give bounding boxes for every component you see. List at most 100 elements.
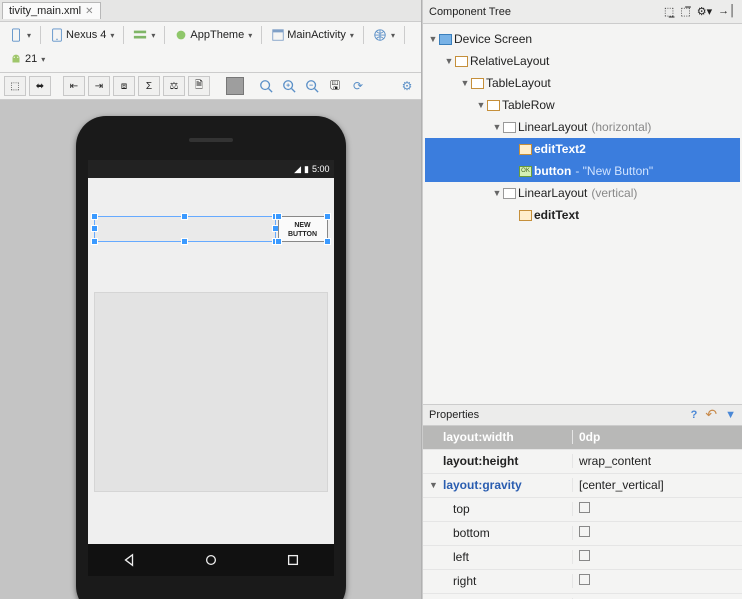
checkbox[interactable] xyxy=(579,574,590,585)
prop-top[interactable]: top xyxy=(423,498,742,522)
prop-value[interactable]: wrap_content xyxy=(573,454,742,468)
layout-icon xyxy=(503,188,516,199)
minimize-icon[interactable]: →│ xyxy=(718,5,736,18)
tree-node-linearlayout-h[interactable]: ▼ LinearLayout (horizontal) xyxy=(425,116,740,138)
zoom-out-icon[interactable] xyxy=(302,76,322,96)
statusbar: ◢ ▮ 5:00 xyxy=(88,160,334,178)
tree-node-relativelayout[interactable]: ▼ RelativeLayout xyxy=(425,50,740,72)
prop-value[interactable]: 0dp xyxy=(573,430,742,444)
tree-node-edittext[interactable]: editText xyxy=(425,204,740,226)
expander-icon[interactable]: ▼ xyxy=(427,34,439,44)
expander-icon[interactable]: ▼ xyxy=(429,480,439,490)
selected-row[interactable]: NEWBUTTON xyxy=(94,216,328,246)
tool-selection[interactable]: ⬚ xyxy=(4,76,26,96)
prop-left[interactable]: left xyxy=(423,546,742,570)
tab-label: tivity_main.xml xyxy=(9,5,81,17)
close-icon[interactable]: ✕ xyxy=(85,6,93,17)
tool-viewport[interactable] xyxy=(226,77,244,95)
app-body[interactable]: NEWBUTTON xyxy=(88,178,334,544)
expand-all-icon[interactable]: ⬚̲ xyxy=(664,5,674,18)
prop-value[interactable] xyxy=(573,526,742,540)
tree-node-edittext2[interactable]: editText2 xyxy=(425,138,740,160)
tree-node-linearlayout-v[interactable]: ▼ LinearLayout (vertical) xyxy=(425,182,740,204)
layout-icon xyxy=(455,56,468,67)
tree-node-button[interactable]: OK button - "New Button" xyxy=(425,160,740,182)
prop-layout-height[interactable]: layout:height wrap_content xyxy=(423,450,742,474)
component-tree[interactable]: ▼ Device Screen ▼ RelativeLayout ▼ Table… xyxy=(423,24,742,230)
tool-align-right[interactable]: ⇥ xyxy=(88,76,110,96)
design-canvas[interactable]: ◢ ▮ 5:00 xyxy=(0,100,421,599)
checkbox[interactable] xyxy=(579,526,590,537)
node-hint: (vertical) xyxy=(591,186,637,200)
checkbox[interactable] xyxy=(579,550,590,561)
device-frame: ◢ ▮ 5:00 xyxy=(76,116,346,599)
tool-pan[interactable]: ⬌ xyxy=(29,76,51,96)
tool-dist-h[interactable]: ⧈ xyxy=(113,76,135,96)
api-picker[interactable]: 21 xyxy=(4,49,50,69)
theme-label: AppTheme xyxy=(190,29,244,41)
layout-variant-picker[interactable] xyxy=(128,25,160,45)
expander-icon[interactable]: ▼ xyxy=(475,100,487,110)
resize-handle[interactable] xyxy=(324,238,331,245)
gear-icon[interactable]: ⚙ xyxy=(397,76,417,96)
resize-handle[interactable] xyxy=(91,213,98,220)
resize-handle[interactable] xyxy=(181,213,188,220)
zoom-in-icon[interactable] xyxy=(279,76,299,96)
tool-doc[interactable]: 🗎 xyxy=(188,76,210,96)
prop-layout-width[interactable]: layout:width 0dp xyxy=(423,426,742,450)
device-picker[interactable]: Nexus 4 xyxy=(45,25,119,45)
gear-icon[interactable]: ⚙▾ xyxy=(697,5,712,18)
resize-handle[interactable] xyxy=(275,213,282,220)
help-icon[interactable]: ? xyxy=(691,409,698,421)
prop-right[interactable]: right xyxy=(423,570,742,594)
tool-sigma[interactable]: Σ xyxy=(138,76,160,96)
expander-icon[interactable]: ▼ xyxy=(491,188,503,198)
node-label: editText xyxy=(534,208,579,222)
prop-bottom[interactable]: bottom xyxy=(423,522,742,546)
refresh-icon[interactable]: ⟳ xyxy=(348,76,368,96)
tree-node-tablelayout[interactable]: ▼ TableLayout xyxy=(425,72,740,94)
selected-edittext[interactable] xyxy=(94,216,276,242)
nav-home-icon xyxy=(204,553,218,567)
node-label: button xyxy=(534,164,571,178)
theme-icon xyxy=(174,28,188,42)
resize-handle[interactable] xyxy=(91,225,98,232)
preview-button[interactable]: NEWBUTTON xyxy=(278,216,328,242)
tool-save[interactable]: 🖫 xyxy=(325,76,345,96)
locale-picker[interactable] xyxy=(368,25,400,45)
prop-layout-gravity[interactable]: ▼layout:gravity [center_vertical] xyxy=(423,474,742,498)
tool-align-left[interactable]: ⇤ xyxy=(63,76,85,96)
checkbox[interactable] xyxy=(579,502,590,513)
resize-handle[interactable] xyxy=(324,213,331,220)
resize-handle[interactable] xyxy=(181,238,188,245)
resize-handle[interactable] xyxy=(91,238,98,245)
tab-activity-main[interactable]: tivity_main.xml ✕ xyxy=(2,2,101,19)
theme-picker[interactable]: AppTheme xyxy=(169,25,257,45)
zoom-fit-icon[interactable] xyxy=(256,76,276,96)
properties-table[interactable]: layout:width 0dp layout:height wrap_cont… xyxy=(423,426,742,599)
signal-icon: ◢ xyxy=(294,164,301,175)
properties-header: Properties ? ↶ ▼ xyxy=(423,404,742,426)
resize-handle[interactable] xyxy=(275,238,282,245)
tree-node-device-screen[interactable]: ▼ Device Screen xyxy=(425,28,740,50)
tool-balance[interactable]: ⚖ xyxy=(163,76,185,96)
prop-center[interactable]: center vertical xyxy=(423,594,742,599)
prop-value[interactable] xyxy=(573,502,742,516)
undo-icon[interactable]: ↶ xyxy=(705,406,717,423)
component-tree-header: Component Tree ⬚̲ ⬚̅ ⚙▾ →│ xyxy=(423,0,742,24)
prop-value[interactable]: [center_vertical] xyxy=(573,478,742,492)
orientation-picker[interactable] xyxy=(4,25,36,45)
expander-icon[interactable]: ▼ xyxy=(443,56,455,66)
expander-icon[interactable]: ▼ xyxy=(491,122,503,132)
layout-icon xyxy=(503,122,516,133)
collapse-all-icon[interactable]: ⬚̅ xyxy=(680,5,690,18)
prop-value[interactable] xyxy=(573,550,742,564)
device-icon xyxy=(50,28,64,42)
filter-icon[interactable]: ▼ xyxy=(725,409,736,421)
designer-toolbar-2: ⬚ ⬌ ⇤ ⇥ ⧈ Σ ⚖ 🗎 🖫 ⟳ ⚙ xyxy=(0,73,421,100)
expander-icon[interactable]: ▼ xyxy=(459,78,471,88)
activity-picker[interactable]: MainActivity xyxy=(266,25,359,45)
tree-node-tablerow[interactable]: ▼ TableRow xyxy=(425,94,740,116)
preview-panel[interactable] xyxy=(94,292,328,492)
prop-value[interactable] xyxy=(573,574,742,588)
